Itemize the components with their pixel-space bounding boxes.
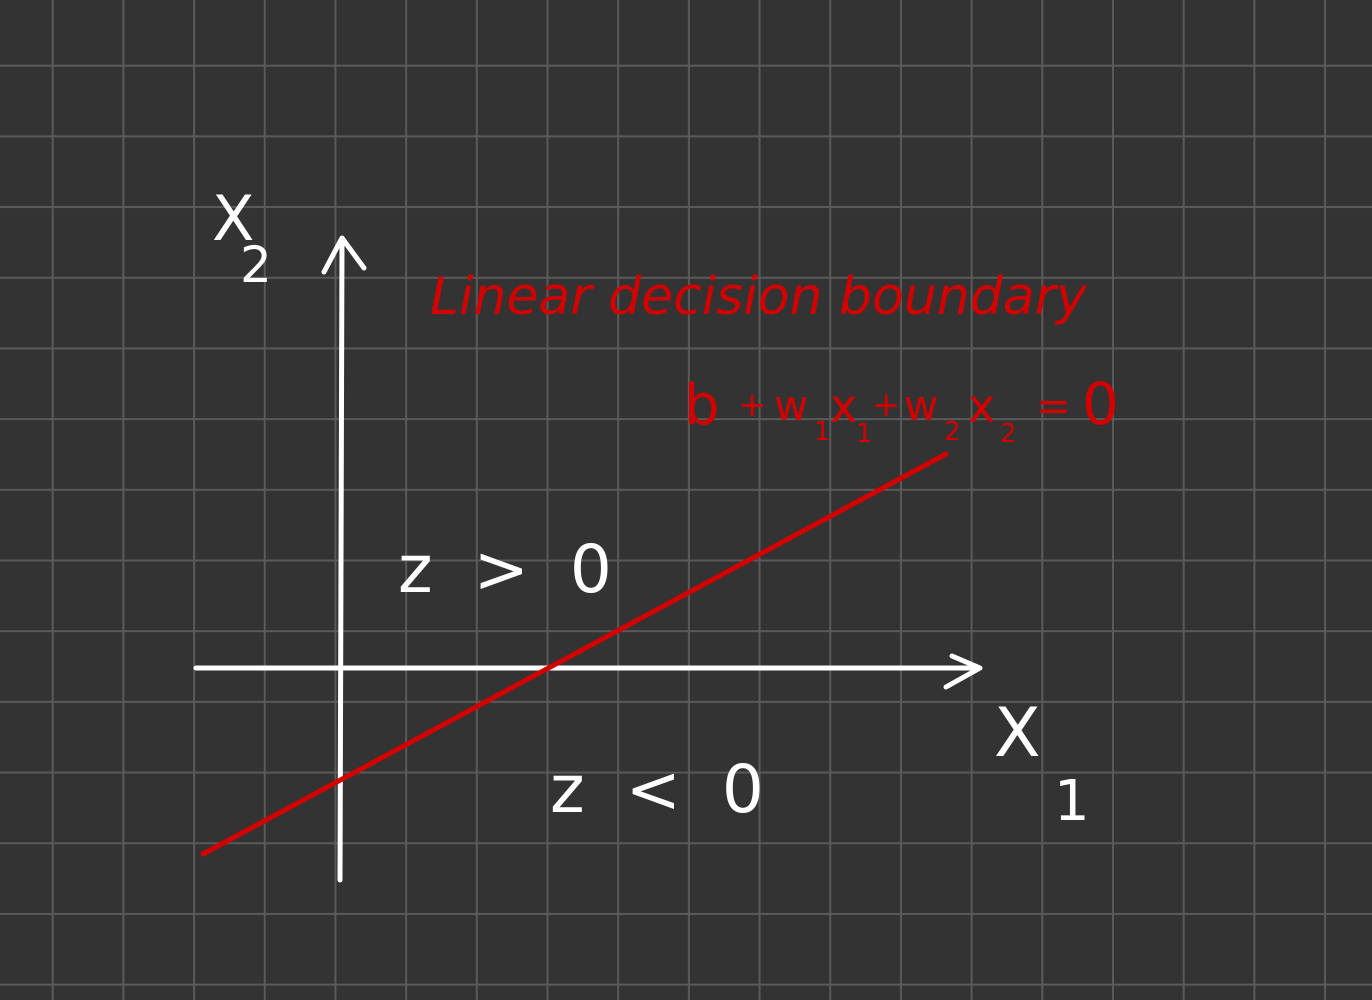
x1-axis [193,653,983,690]
x-axis-label: X 1 [994,694,1090,834]
svg-text:w: w [904,381,938,430]
region-below-label: z < 0 [550,751,774,828]
grid-canvas: X 2 X 1 Linear decision boundary b + w 1… [0,0,1372,1000]
svg-text:+: + [872,385,901,425]
svg-text:2: 2 [240,236,272,294]
region-above-label: z > 0 [398,531,622,608]
svg-text:+: + [738,385,767,425]
boundary-title: Linear decision boundary [430,267,1088,327]
svg-text:=: = [1036,381,1071,430]
svg-text:x: x [968,379,995,433]
y-axis-label: X 2 [212,182,272,294]
x1-arrowhead-icon [943,653,983,690]
svg-text:b: b [684,373,720,438]
svg-text:x: x [830,379,857,433]
boundary-equation: b + w 1 x 1 + w 2 x 2 = 0 [684,370,1119,449]
svg-text:0: 0 [1082,370,1119,438]
svg-text:1: 1 [1054,769,1090,834]
svg-text:2: 2 [1000,419,1017,449]
svg-text:1: 1 [814,417,831,447]
diagram-svg: X 2 X 1 Linear decision boundary b + w 1… [193,182,1119,883]
svg-text:w: w [774,381,808,430]
svg-text:2: 2 [944,417,961,447]
svg-text:1: 1 [856,419,873,449]
svg-text:X: X [994,694,1041,773]
